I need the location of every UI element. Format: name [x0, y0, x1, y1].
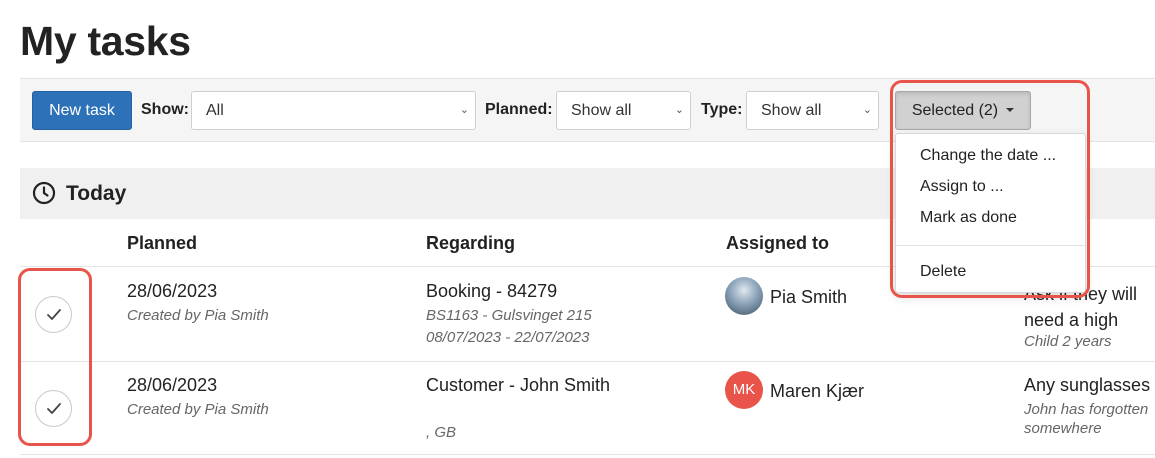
chevron-down-icon: ⌄: [674, 104, 684, 116]
row-select-checkbox[interactable]: [35, 296, 72, 333]
selected-actions-menu: Change the date ... Assign to ... Mark a…: [895, 133, 1086, 293]
column-header-planned[interactable]: Planned: [127, 233, 197, 254]
column-header-regarding[interactable]: Regarding: [426, 233, 515, 254]
selected-actions-button[interactable]: Selected (2): [895, 91, 1031, 130]
chevron-down-icon: ⌄: [862, 104, 872, 116]
created-by: Created by Pia Smith: [127, 401, 269, 418]
check-icon: [47, 403, 61, 414]
new-task-button[interactable]: New task: [32, 91, 132, 130]
show-select-value: All: [206, 102, 224, 119]
check-icon: [47, 309, 61, 320]
show-label: Show:: [141, 101, 189, 118]
page-title: My tasks: [20, 18, 191, 64]
regarding-detail: BS1163 - Gulsvinget 215: [426, 307, 592, 324]
planned-select-value: Show all: [571, 102, 632, 119]
menu-item-assign-to[interactable]: Assign to ...: [920, 178, 1004, 196]
type-select[interactable]: Show all ⌄: [746, 91, 879, 130]
menu-item-delete[interactable]: Delete: [920, 263, 966, 281]
menu-divider: [896, 245, 1085, 246]
regarding-dates: 08/07/2023 - 22/07/2023: [426, 329, 590, 346]
task-note-detail: John has forgotten somewhere: [1024, 401, 1149, 437]
avatar: MK: [725, 371, 763, 409]
section-title: Today: [66, 182, 127, 205]
chevron-down-icon: ⌄: [459, 104, 469, 116]
column-header-assigned-to[interactable]: Assigned to: [726, 233, 829, 254]
planned-label: Planned:: [485, 101, 553, 118]
row-select-checkbox[interactable]: [35, 390, 72, 427]
planned-date: 28/06/2023: [127, 281, 218, 301]
type-select-value: Show all: [761, 102, 822, 119]
menu-item-change-date[interactable]: Change the date ...: [920, 147, 1056, 165]
avatar: [725, 277, 763, 315]
caret-down-icon: [1006, 108, 1015, 112]
created-by: Created by Pia Smith: [127, 307, 269, 324]
assigned-to-name: Maren Kjær: [770, 381, 865, 401]
selected-actions-label: Selected (2): [911, 102, 999, 119]
regarding-link[interactable]: Customer - John Smith: [426, 375, 610, 396]
type-label: Type:: [701, 101, 743, 118]
regarding-location: , GB: [426, 424, 457, 441]
assigned-to-name: Pia Smith: [770, 287, 848, 307]
clock-icon: [32, 181, 56, 205]
planned-select[interactable]: Show all ⌄: [556, 91, 691, 130]
task-note: Any sunglasses: [1024, 375, 1151, 395]
row-divider: [20, 361, 1155, 362]
planned-date: 28/06/2023: [127, 375, 218, 395]
show-select[interactable]: All ⌄: [191, 91, 476, 130]
row-divider: [20, 454, 1155, 455]
regarding-link[interactable]: Booking - 84279: [426, 281, 557, 302]
menu-item-mark-as-done[interactable]: Mark as done: [920, 209, 1017, 227]
task-note-detail: Child 2 years: [1024, 333, 1112, 350]
